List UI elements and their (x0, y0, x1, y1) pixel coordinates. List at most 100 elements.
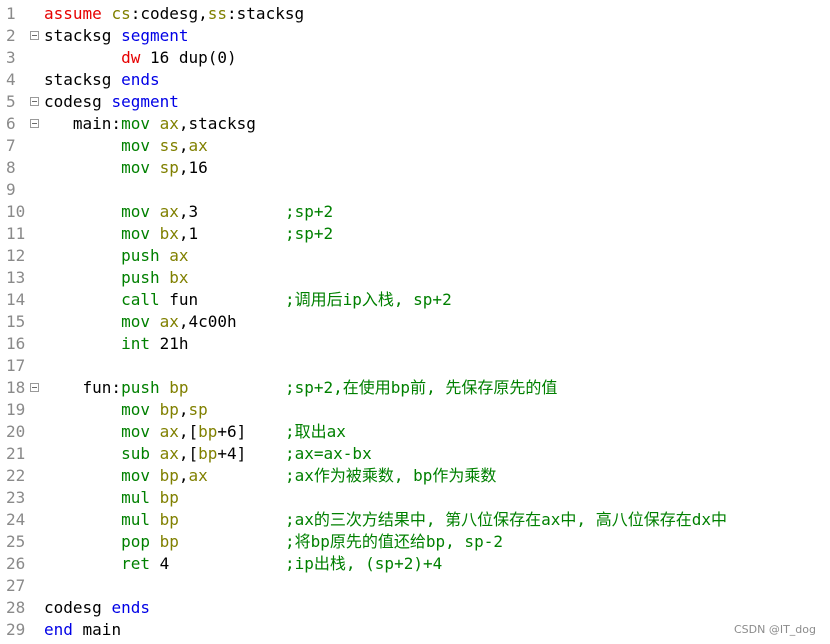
fold-collapse-icon[interactable] (30, 31, 39, 40)
code-token: +4] (217, 444, 247, 463)
code-token: mov (121, 202, 150, 221)
code-editor[interactable]: 1 assume cs:codesg,ss:stacksg 2 stacksg seg… (0, 0, 830, 644)
line-number: 14 (6, 290, 26, 309)
code-line[interactable]: 10 mov ax,3 ;sp+2 (0, 201, 830, 223)
code-token: mov (121, 114, 150, 133)
code-token: , (178, 466, 189, 485)
code-token: ends (111, 598, 150, 617)
code-token: call (121, 290, 160, 309)
code-line[interactable]: 25 pop bp ;将bp原先的值还给bp, sp-2 (0, 531, 830, 553)
code-token: , (178, 400, 189, 419)
code-token: sp (188, 400, 208, 419)
code-token: bp (198, 444, 218, 463)
code-text: mov ax,3 (44, 201, 198, 223)
code-line[interactable]: 19 mov bp,sp (0, 399, 830, 421)
code-token: ret (121, 554, 150, 573)
line-number: 21 (6, 444, 26, 463)
code-line[interactable]: 3 dw 16 dup(0) (0, 47, 830, 69)
code-line[interactable]: 15 mov ax,4c00h (0, 311, 830, 333)
line-number: 13 (6, 268, 26, 287)
code-line[interactable]: 6 main:mov ax,stacksg (0, 113, 830, 135)
code-token: mov (121, 312, 150, 331)
code-token: cs (111, 4, 131, 23)
code-token: main: (44, 114, 122, 133)
code-line[interactable]: 5 codesg segment (0, 91, 830, 113)
code-comment: ;ax作为被乘数, bp作为乘数 (285, 466, 497, 485)
code-token: sub (121, 444, 150, 463)
code-comment: ;取出ax (285, 422, 346, 441)
code-line[interactable]: 9 (0, 179, 830, 201)
code-token: ,[ (178, 422, 199, 441)
code-line[interactable]: 11 mov bx,1 ;sp+2 (0, 223, 830, 245)
code-token: bx (159, 224, 179, 243)
fold-collapse-icon[interactable] (30, 383, 39, 392)
code-line[interactable]: 16 int 21h (0, 333, 830, 355)
code-token: :codesg, (130, 4, 208, 23)
code-token: main (72, 620, 122, 639)
code-line[interactable]: 23 mul bp (0, 487, 830, 509)
code-line[interactable]: 24 mul bp ;ax的三次方结果中, 第八位保存在ax中, 高八位保存在dx… (0, 509, 830, 531)
fold-collapse-icon[interactable] (30, 119, 39, 128)
code-line[interactable]: 7 mov ss,ax (0, 135, 830, 157)
code-token: ,[ (178, 444, 199, 463)
code-line[interactable]: 26 ret 4 ;ip出栈, (sp+2)+4 (0, 553, 830, 575)
line-number: 15 (6, 312, 26, 331)
code-line[interactable]: 12 push ax (0, 245, 830, 267)
code-comment: ;ax=ax-bx (285, 444, 372, 463)
code-token: ,3 (178, 202, 199, 221)
code-text: push bx (44, 267, 188, 289)
line-number: 5 (6, 92, 16, 111)
code-line[interactable]: 14 call fun ;调用后ip入栈, sp+2 (0, 289, 830, 311)
code-text: codesg segment (44, 91, 179, 113)
code-token: 4 (149, 554, 170, 573)
code-token: ax (159, 312, 179, 331)
code-text: stacksg segment (44, 25, 189, 47)
code-token: mov (121, 136, 150, 155)
code-text: end main (44, 619, 121, 641)
code-token: segment (111, 92, 179, 111)
code-line[interactable]: 2 stacksg segment (0, 25, 830, 47)
code-text: mov ax,[bp+6] (44, 421, 246, 443)
code-token: bp (159, 488, 179, 507)
code-line[interactable]: 17 (0, 355, 830, 377)
code-text: fun:push bp (44, 377, 189, 399)
code-line[interactable]: 21 sub ax,[bp+4] ;ax=ax-bx (0, 443, 830, 465)
code-comment: ;sp+2,在使用bp前, 先保存原先的值 (285, 378, 558, 397)
code-line[interactable]: 20 mov ax,[bp+6] ;取出ax (0, 421, 830, 443)
code-line[interactable]: 28 codesg ends (0, 597, 830, 619)
code-line[interactable]: 1 assume cs:codesg,ss:stacksg (0, 3, 830, 25)
code-token: bp (169, 378, 189, 397)
line-number: 23 (6, 488, 26, 507)
code-text: stacksg ends (44, 69, 160, 91)
line-number: 2 (6, 26, 16, 45)
code-line[interactable]: 27 (0, 575, 830, 597)
code-line[interactable]: 22 mov bp,ax ;ax作为被乘数, bp作为乘数 (0, 465, 830, 487)
line-number: 7 (6, 136, 16, 155)
code-token: +6] (217, 422, 247, 441)
line-number: 18 (6, 378, 26, 397)
code-token: bp (198, 422, 218, 441)
code-line[interactable]: 29 end main (0, 619, 830, 641)
code-line[interactable]: 8 mov sp,16 (0, 157, 830, 179)
code-comment: ;sp+2 (285, 224, 334, 243)
code-token: 16 dup(0) (140, 48, 237, 67)
code-token: ax (188, 466, 208, 485)
fold-collapse-icon[interactable] (30, 97, 39, 106)
code-line[interactable]: 18 fun:push bp ;sp+2,在使用bp前, 先保存原先的值 (0, 377, 830, 399)
code-line[interactable]: 4 stacksg ends (0, 69, 830, 91)
code-token: ss (207, 4, 228, 23)
code-line[interactable]: 13 push bx (0, 267, 830, 289)
code-token: bp (159, 510, 179, 529)
line-number: 9 (6, 180, 16, 199)
